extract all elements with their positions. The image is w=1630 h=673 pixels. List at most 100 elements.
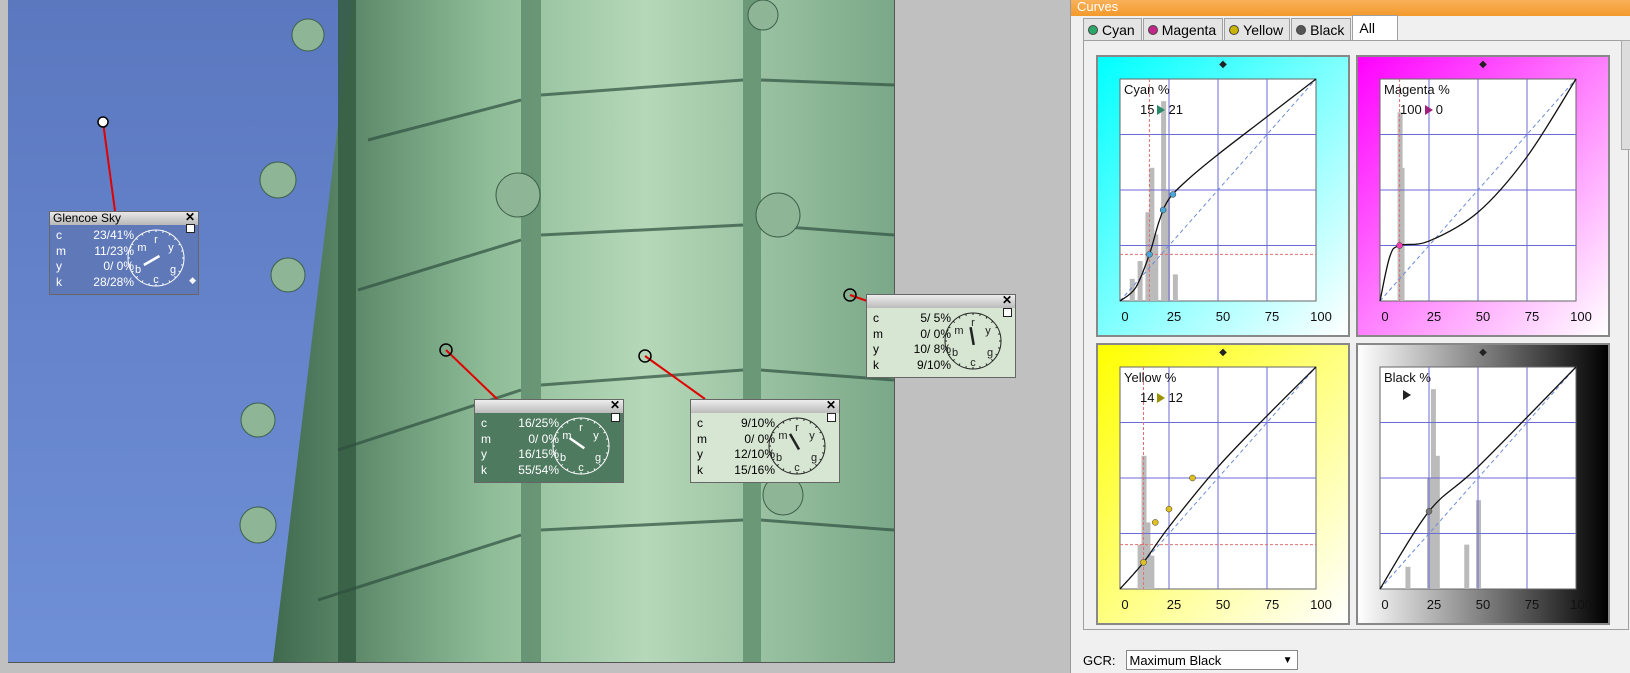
probe-2[interactable]: ✕ c 16/25% m 0/ 0% y 16/15% k 55/54% mrybgc [474, 399, 624, 483]
probe-3[interactable]: ✕ c 9/10% m 0/ 0% y 12/10% k 15/16% mrybgc [690, 399, 840, 483]
panel-title: Curves [1071, 0, 1630, 16]
channel-value: 16/25% [518, 416, 559, 430]
output-value: 0 [1435, 102, 1443, 117]
probe-4[interactable]: ✕ c 5/ 5% m 0/ 0% y 10/ 8% k 9/10% mrybgc [866, 294, 1016, 378]
channel-label: c [481, 416, 487, 430]
tick-label: 75 [1524, 597, 1540, 612]
curve-control-point[interactable] [1396, 242, 1403, 249]
curve-control-point[interactable] [1189, 474, 1196, 482]
chevron-down-icon: ▼ [1282, 655, 1293, 666]
dial-letter: m [137, 242, 146, 254]
curve-control-point[interactable] [1169, 191, 1177, 198]
cyan-dot-icon [1088, 24, 1098, 35]
color-dial-icon: mry b gc [127, 229, 185, 287]
curve-control-point[interactable] [1159, 206, 1167, 214]
tick-label: 50 [1215, 309, 1231, 324]
curve-control-point[interactable] [1140, 559, 1147, 566]
probe-title[interactable]: ✕ [475, 399, 623, 413]
channel-value: 16/15% [518, 447, 559, 461]
curve-control-point[interactable] [1165, 505, 1173, 513]
gcr-label: GCR: [1083, 652, 1116, 668]
yellow-curve-graph[interactable] [1098, 345, 1348, 623]
channel-label: m [873, 326, 883, 341]
curve-control-point[interactable] [1425, 508, 1433, 515]
probe-title[interactable]: ✕ [691, 399, 839, 413]
dial-letter: y [985, 325, 991, 337]
tab-label: Black [1310, 21, 1345, 38]
probe-row-y: y 16/15% [481, 447, 559, 463]
x-axis-ticks: 0 25 50 75 100 [1112, 597, 1342, 612]
curves-grid: ◆ Cyan % 15 21 0 25 50 75 100 ◆ Magenta %… [1083, 40, 1629, 630]
diamond-icon[interactable]: ◆ [1479, 60, 1487, 70]
arrow-icon [1157, 392, 1166, 403]
close-icon[interactable]: ✕ [185, 211, 195, 224]
pin-icon[interactable] [827, 413, 836, 422]
probe-row-c: c 16/25% [481, 416, 559, 432]
dial-letter: y [809, 430, 815, 442]
photo[interactable] [8, 0, 895, 663]
close-icon[interactable]: ✕ [1002, 294, 1012, 307]
magenta-dot-icon [1147, 24, 1158, 35]
black-curve-chart[interactable]: ◆ Black % 0 25 50 75 100 [1356, 343, 1610, 625]
tab-magenta[interactable]: Magenta [1142, 18, 1224, 40]
channel-value: 11/23% [94, 243, 134, 258]
channel-value: 15/16% [734, 462, 775, 477]
close-icon[interactable]: ✕ [826, 399, 836, 412]
magenta-curve-graph[interactable] [1358, 57, 1608, 335]
output-value: 21 [1168, 102, 1183, 117]
tick-label: 50 [1215, 597, 1231, 612]
chart-readout: 14 12 [1140, 390, 1183, 405]
histogram-bar [1434, 455, 1440, 589]
dial-needle [568, 436, 585, 450]
vertical-scrollbar[interactable] [1621, 40, 1630, 150]
channel-label: c [873, 311, 879, 325]
dial-letter: r [154, 234, 158, 246]
cyan-curve-graph[interactable] [1098, 57, 1348, 335]
pin-icon[interactable] [186, 224, 195, 233]
diamond-icon[interactable]: ◆ [189, 276, 196, 285]
pin-icon[interactable] [611, 413, 620, 422]
tab-label: Magenta [1161, 21, 1217, 38]
tab-yellow[interactable]: Yellow [1224, 18, 1291, 40]
histogram-bar [1405, 566, 1411, 589]
probe-values: c 9/10% m 0/ 0% y 12/10% k 15/16% [697, 416, 775, 478]
channel-value: 55/54% [518, 462, 559, 477]
yellow-curve-chart[interactable]: ◆ Yellow % 14 12 0 25 50 75 100 [1096, 343, 1350, 625]
dial-letter: g [811, 452, 817, 464]
histogram-bar [1149, 555, 1155, 589]
chart-label: Yellow % [1124, 370, 1177, 385]
probe-glencoe-sky[interactable]: Glencoe Sky ✕ c 23/41% m 11/23% y 0/ 0% k 28/28… [49, 211, 199, 295]
chart-readout: 15 21 [1140, 102, 1183, 117]
dial-needle [969, 326, 975, 346]
diamond-icon[interactable]: ◆ [1219, 60, 1227, 70]
probe-row-k: k 9/10% [873, 358, 951, 374]
close-icon[interactable]: ✕ [610, 399, 620, 412]
diamond-icon[interactable]: ◆ [1479, 348, 1487, 358]
pin-icon[interactable] [1003, 308, 1012, 317]
diamond-icon[interactable]: ◆ [1219, 348, 1227, 358]
black-curve-graph[interactable] [1358, 345, 1608, 623]
cyan-curve-chart[interactable]: ◆ Cyan % 15 21 0 25 50 75 100 [1096, 55, 1350, 337]
probe-values: c 5/ 5% m 0/ 0% y 10/ 8% k 9/10% [873, 311, 951, 373]
curve-control-point[interactable] [1146, 251, 1153, 258]
tab-cyan[interactable]: Cyan [1083, 18, 1142, 40]
tab-black[interactable]: Black [1291, 18, 1352, 40]
gcr-select[interactable]: Maximum Black ▼ [1125, 650, 1298, 670]
arrow-icon [1403, 390, 1411, 400]
probe-title[interactable]: ✕ [867, 294, 1015, 308]
tab-all[interactable]: All [1352, 15, 1398, 40]
channel-label: m [56, 243, 66, 258]
tick-label: 100 [1570, 597, 1592, 612]
histogram-bar [1172, 274, 1178, 301]
probe-row-k: k 28/28% [56, 275, 134, 291]
tick-label: 25 [1166, 309, 1182, 324]
probe-row-y: y 12/10% [697, 447, 775, 463]
input-value: 14 [1140, 390, 1155, 405]
dial-needle [788, 433, 801, 451]
arrow-icon [1157, 104, 1166, 115]
probe-title[interactable]: Glencoe Sky ✕ [50, 211, 198, 225]
probe-row-k: k 55/54% [481, 463, 559, 479]
curve-control-point[interactable] [1152, 519, 1159, 526]
magenta-curve-chart[interactable]: ◆ Magenta % 100 0 0 25 50 75 100 [1356, 55, 1610, 337]
probe-row-c: c 23/41% [56, 228, 134, 244]
